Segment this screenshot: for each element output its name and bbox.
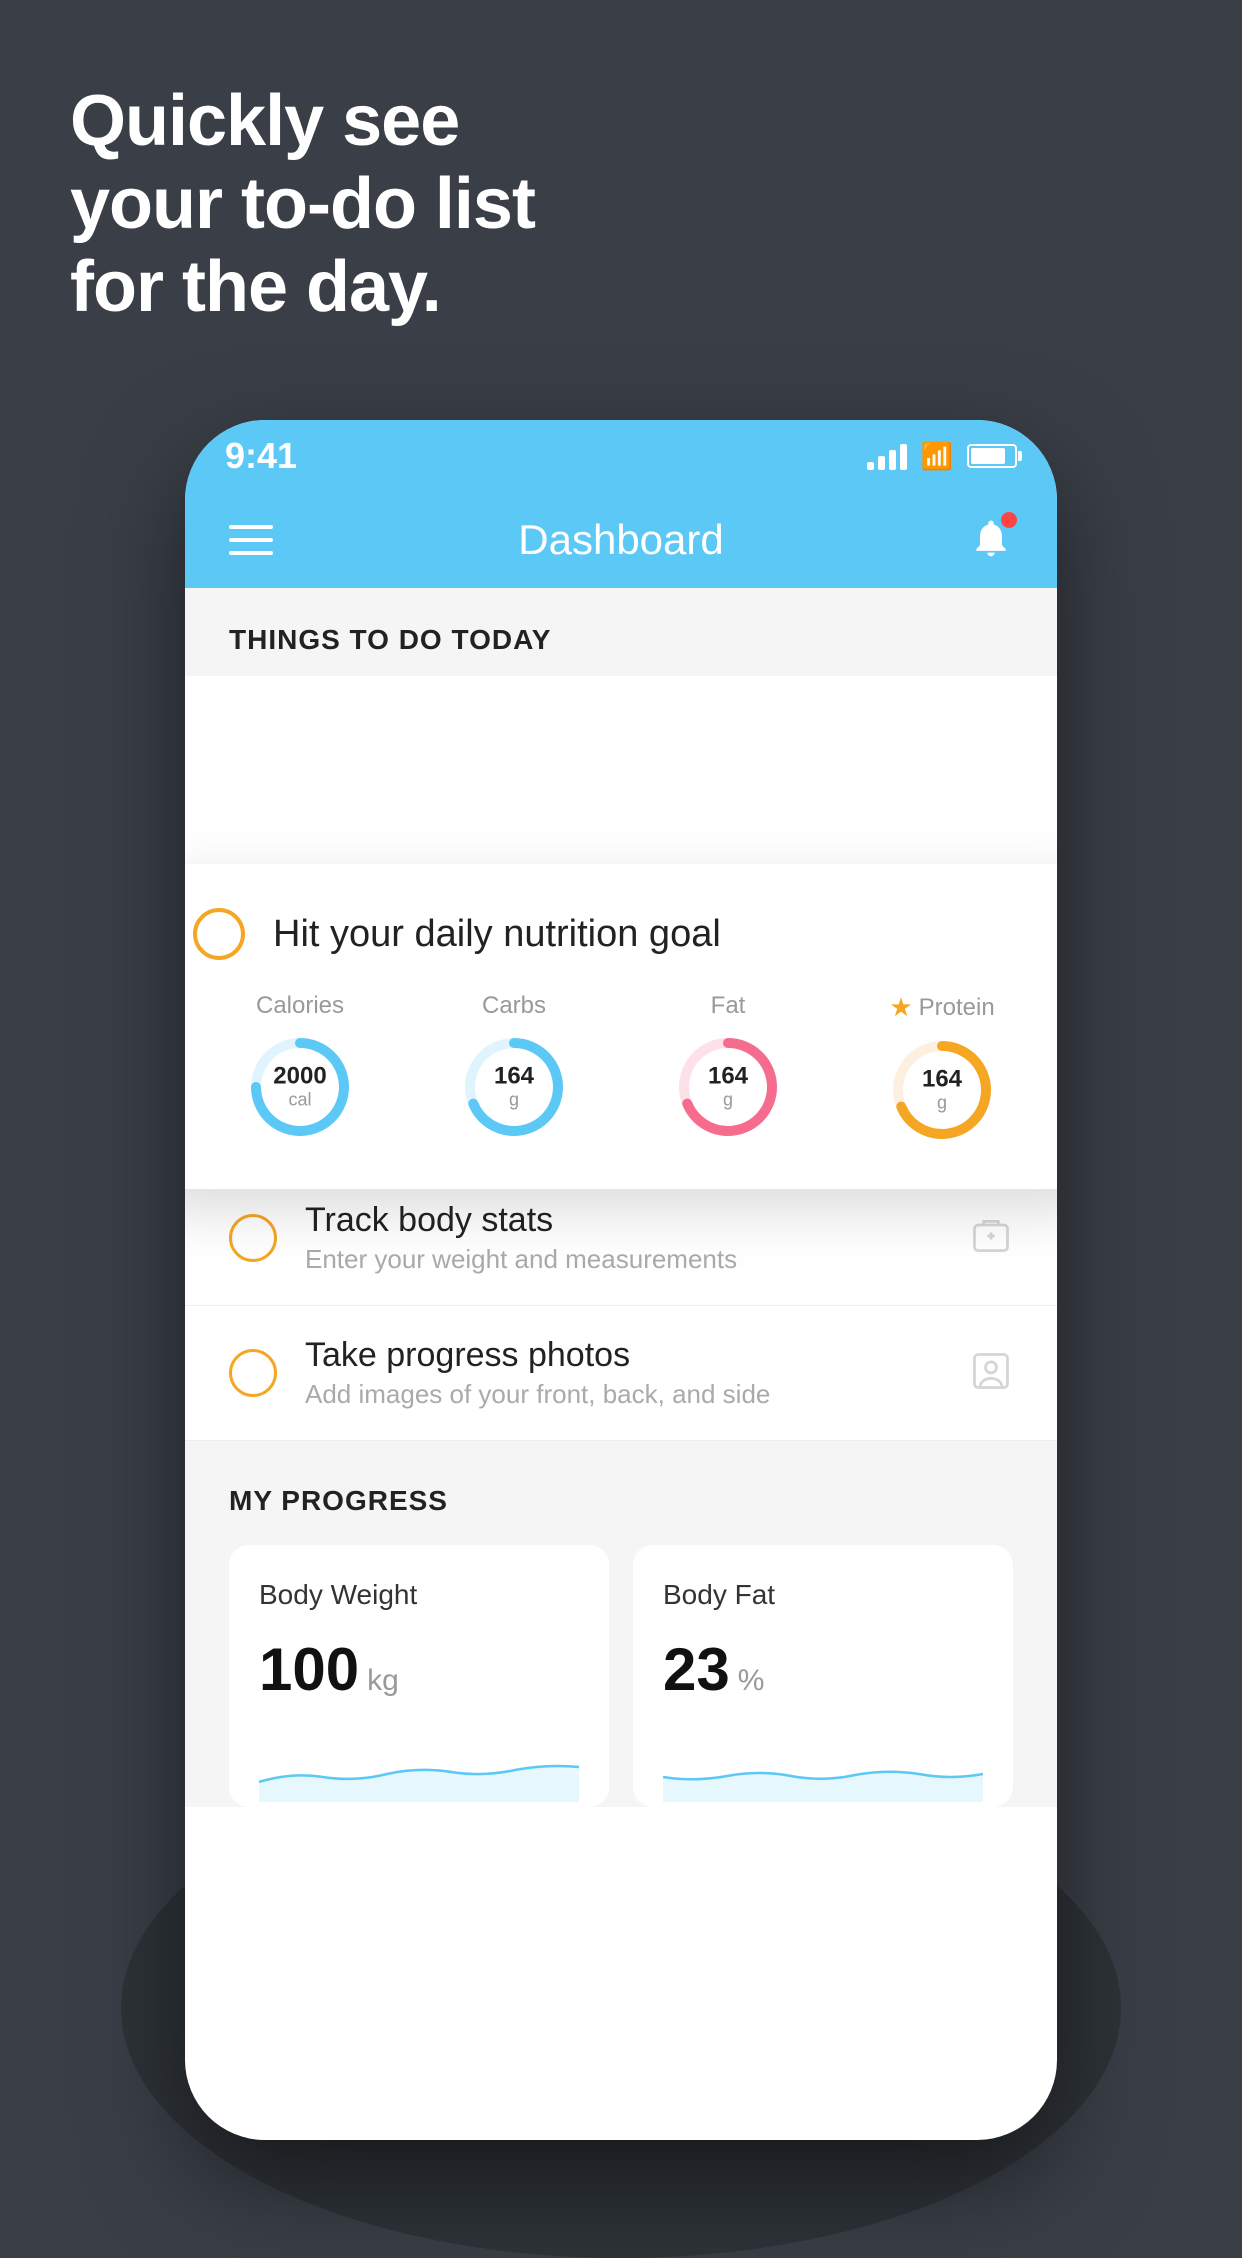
things-to-do-title: THINGS TO DO TODAY (229, 624, 551, 655)
carbs-donut: 164 g (459, 1032, 569, 1142)
calories-item: Calories 2000 cal (245, 992, 355, 1142)
fat-unit: g (708, 1090, 748, 1111)
calories-label: Calories (256, 992, 344, 1020)
status-icons: 📶 (867, 441, 1017, 472)
protein-label-row: ★ Protein (889, 992, 994, 1023)
body-fat-card: Body Fat 23 % (633, 1545, 1013, 1807)
body-stats-title: Track body stats (305, 1201, 737, 1240)
protein-item: ★ Protein 164 g (887, 992, 997, 1145)
protein-label: Protein (919, 994, 995, 1022)
body-weight-value: 100 (259, 1635, 359, 1704)
photos-subtitle: Add images of your front, back, and side (305, 1379, 770, 1410)
body-weight-card: Body Weight 100 kg (229, 1545, 609, 1807)
nutrition-stats-row: Calories 2000 cal (193, 992, 1049, 1145)
notification-button[interactable] (969, 516, 1013, 565)
carbs-value: 164 (494, 1063, 534, 1089)
battery-icon (967, 444, 1017, 468)
body-weight-chart (259, 1732, 579, 1802)
protein-unit: g (922, 1093, 962, 1114)
photos-check-circle (229, 1349, 277, 1397)
status-time: 9:41 (225, 435, 297, 477)
app-content: THINGS TO DO TODAY Hit your daily nutrit… (185, 588, 1057, 2140)
body-fat-chart (663, 1732, 983, 1802)
body-fat-value: 23 (663, 1635, 730, 1704)
carbs-label: Carbs (482, 992, 546, 1020)
body-fat-unit: % (738, 1664, 765, 1698)
protein-value: 164 (922, 1066, 962, 1092)
photos-title: Take progress photos (305, 1336, 770, 1375)
calories-unit: cal (273, 1090, 326, 1111)
menu-button[interactable] (229, 525, 273, 555)
fat-donut: 164 g (673, 1032, 783, 1142)
carbs-unit: g (494, 1090, 534, 1111)
signal-icon (867, 442, 907, 470)
nav-bar: Dashboard (185, 492, 1057, 588)
nutrition-check-circle[interactable] (193, 908, 245, 960)
wifi-icon: 📶 (921, 441, 953, 472)
nutrition-card: Hit your daily nutrition goal Calories (185, 864, 1057, 1189)
progress-cards-row: Body Weight 100 kg Body Fat (229, 1545, 1013, 1807)
protein-donut: 164 g (887, 1035, 997, 1145)
body-weight-card-title: Body Weight (259, 1579, 579, 1611)
portrait-icon (969, 1349, 1013, 1398)
fat-item: Fat 164 g (673, 992, 783, 1142)
star-icon: ★ (889, 992, 912, 1023)
body-fat-card-title: Body Fat (663, 1579, 983, 1611)
nutrition-card-title: Hit your daily nutrition goal (273, 913, 721, 956)
photos-text: Take progress photos Add images of your … (305, 1336, 770, 1410)
list-item-body-stats[interactable]: Track body stats Enter your weight and m… (185, 1171, 1057, 1306)
list-item-progress-photos[interactable]: Take progress photos Add images of your … (185, 1306, 1057, 1441)
calories-value: 2000 (273, 1063, 326, 1089)
body-stats-check-circle (229, 1214, 277, 1262)
my-progress-section: MY PROGRESS Body Weight 100 kg (185, 1441, 1057, 1807)
carbs-item: Carbs 164 g (459, 992, 569, 1142)
status-bar: 9:41 📶 (185, 420, 1057, 492)
body-stats-subtitle: Enter your weight and measurements (305, 1244, 737, 1275)
my-progress-title: MY PROGRESS (229, 1485, 1013, 1517)
calories-donut: 2000 cal (245, 1032, 355, 1142)
fat-value: 164 (708, 1063, 748, 1089)
nav-title: Dashboard (518, 516, 723, 564)
body-weight-unit: kg (367, 1664, 399, 1698)
body-weight-value-row: 100 kg (259, 1635, 579, 1704)
things-to-do-section: THINGS TO DO TODAY (185, 588, 1057, 676)
notification-badge (1001, 512, 1017, 528)
fat-label: Fat (711, 992, 746, 1020)
body-stats-text: Track body stats Enter your weight and m… (305, 1201, 737, 1275)
phone-shell: 9:41 📶 Dashboard (185, 420, 1057, 2140)
nutrition-card-header: Hit your daily nutrition goal (193, 908, 1049, 960)
body-fat-value-row: 23 % (663, 1635, 983, 1704)
hero-text: Quickly see your to-do list for the day. (70, 80, 535, 328)
scale-icon (969, 1214, 1013, 1263)
